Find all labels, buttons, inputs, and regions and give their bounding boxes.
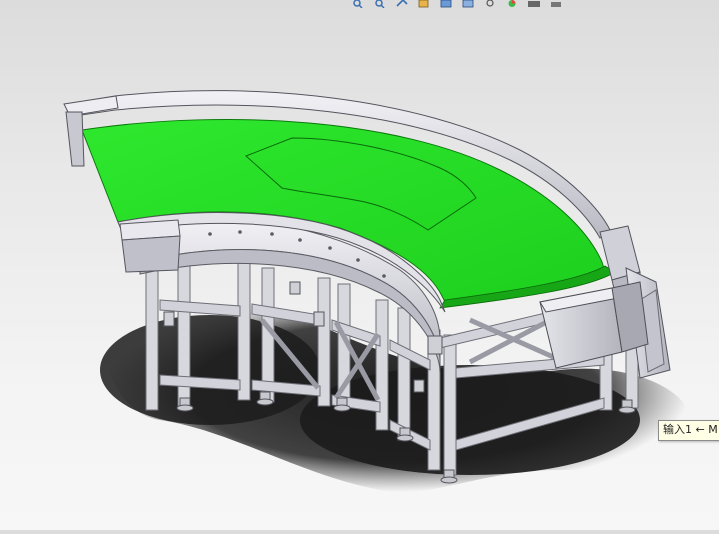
view-settings-icon[interactable]	[548, 0, 564, 8]
ground-shadow	[300, 365, 640, 475]
display-style-icon[interactable]	[460, 0, 476, 8]
tooltip-text: 输入1 ← M	[663, 423, 718, 436]
graphics-viewport[interactable]: 输入1 ← M	[0, 0, 719, 530]
apply-scene-icon[interactable]	[526, 0, 542, 8]
model-view[interactable]	[0, 0, 719, 530]
mouse-gesture-tooltip: 输入1 ← M	[658, 420, 719, 441]
zoom-to-area-icon[interactable]	[372, 0, 388, 8]
hide-show-items-icon[interactable]	[482, 0, 498, 8]
section-view-icon[interactable]	[416, 0, 432, 8]
previous-view-icon[interactable]	[394, 0, 410, 8]
heads-up-view-toolbar	[350, 0, 620, 10]
ground-shadow	[100, 315, 320, 425]
edit-appearance-icon[interactable]	[504, 0, 520, 8]
view-orientation-icon[interactable]	[438, 0, 454, 8]
zoom-to-fit-icon[interactable]	[350, 0, 366, 8]
